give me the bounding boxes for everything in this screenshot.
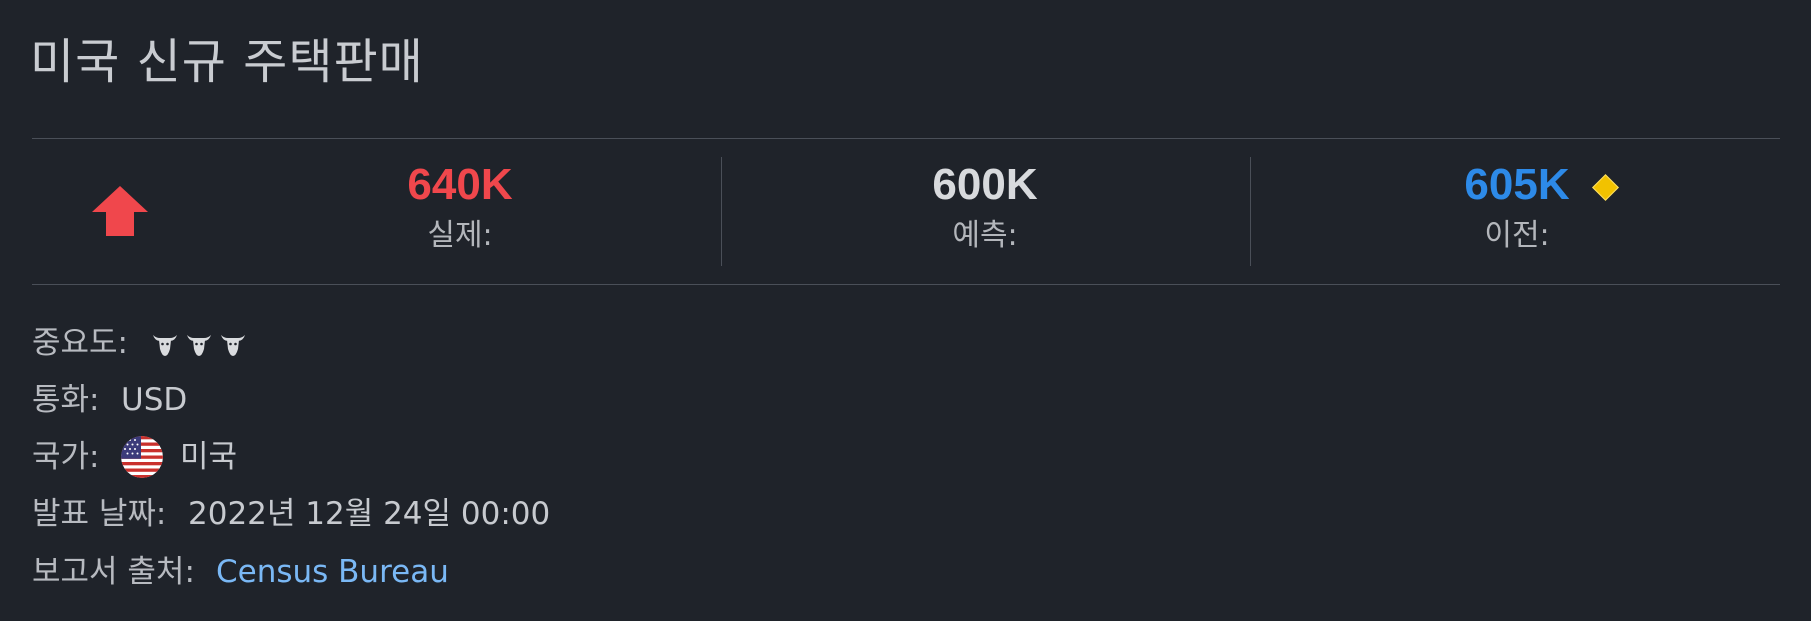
divider-bottom bbox=[32, 284, 1780, 285]
country-value: 미국 bbox=[180, 439, 238, 475]
forecast-label: 예측: bbox=[952, 218, 1018, 253]
currency-label: 통화: bbox=[32, 382, 100, 418]
actual-value: 640K bbox=[407, 160, 513, 209]
forecast-value: 600K bbox=[932, 160, 1038, 209]
source-link[interactable]: Census Bureau bbox=[216, 552, 449, 592]
page-title: 미국 신규 주택판매 bbox=[30, 34, 424, 90]
up-arrow-icon bbox=[92, 186, 148, 236]
forecast-stat: 600K 예측: bbox=[860, 160, 1110, 256]
importance-label: 중요도: bbox=[32, 325, 129, 361]
actual-stat: 640K 실제: bbox=[330, 160, 590, 256]
divider-top bbox=[32, 138, 1780, 139]
us-flag-icon bbox=[121, 436, 163, 478]
release-date-value: 2022년 12월 24일 00:00 bbox=[188, 496, 551, 532]
importance-rating bbox=[150, 329, 248, 359]
stat-separator bbox=[721, 157, 722, 266]
release-date-label: 발표 날짜: bbox=[32, 496, 167, 532]
previous-label: 이전: bbox=[1484, 218, 1550, 253]
bull-icon bbox=[221, 335, 245, 356]
actual-label: 실제: bbox=[427, 218, 493, 253]
bull-icon bbox=[153, 335, 177, 356]
currency-value: USD bbox=[121, 382, 188, 418]
country-label: 국가: bbox=[32, 439, 100, 475]
stat-separator bbox=[1250, 157, 1251, 266]
bull-icon bbox=[187, 335, 211, 356]
source-label: 보고서 출처: bbox=[32, 554, 195, 590]
